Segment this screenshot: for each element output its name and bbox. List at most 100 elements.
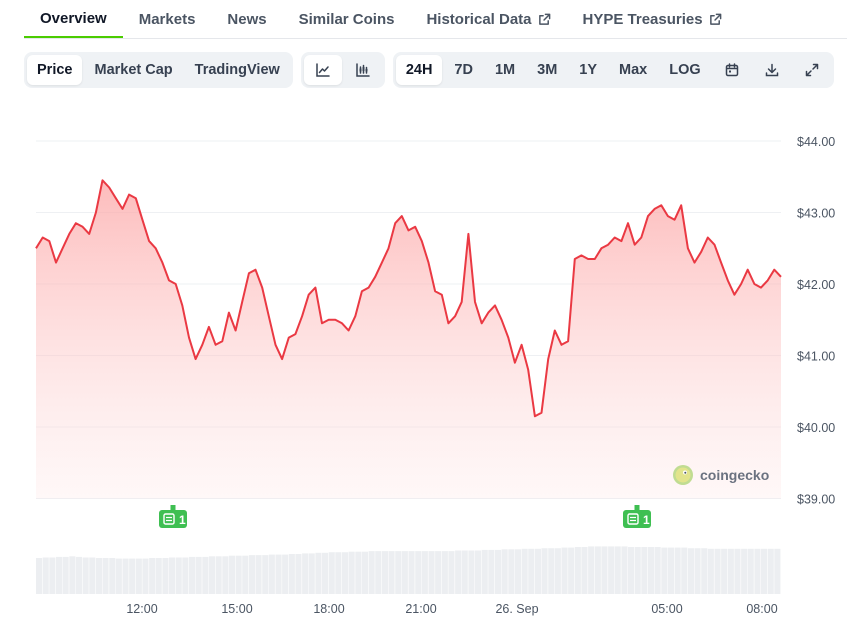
volume-bar: [189, 556, 196, 594]
volume-bar: [95, 558, 102, 594]
x-tick-label: 12:00: [126, 602, 157, 616]
volume-bar: [568, 547, 575, 594]
candlestick-chart-icon: [356, 63, 370, 77]
volume-bar: [508, 549, 515, 594]
volume-bar: [69, 556, 76, 594]
volume-bar: [222, 556, 229, 594]
tab-label: Similar Coins: [298, 10, 395, 28]
x-tick-label: 26. Sep: [495, 602, 538, 616]
log-scale-button[interactable]: LOG: [659, 55, 710, 85]
volume-bar: [62, 556, 69, 594]
view-price-button[interactable]: Price: [27, 55, 83, 85]
external-link-icon: [538, 13, 550, 25]
volume-bar: [115, 558, 122, 594]
range-switcher: 24H 7D 1M 3M 1Y Max LOG: [392, 52, 834, 88]
line-chart-button[interactable]: [303, 55, 342, 85]
volume-bar: [102, 558, 109, 594]
download-button[interactable]: [753, 55, 791, 85]
range-3m-button[interactable]: 3M: [527, 55, 567, 85]
event-count-label: 1: [179, 513, 186, 527]
y-tick-label: $39.00: [797, 493, 835, 507]
volume-bar: [268, 554, 275, 594]
download-icon: [765, 63, 778, 77]
range-1m-button[interactable]: 1M: [485, 55, 525, 85]
volume-bar: [421, 551, 428, 594]
view-market-cap-button[interactable]: Market Cap: [84, 55, 182, 85]
x-tick-label: 18:00: [313, 602, 344, 616]
range-max-button[interactable]: Max: [609, 55, 657, 85]
volume-bar: [275, 554, 282, 594]
volume-bar: [694, 548, 701, 594]
volume-bar: [747, 548, 754, 594]
tab-hype-treasuries[interactable]: HYPE Treasuries: [567, 0, 738, 38]
volume-bar: [548, 548, 555, 594]
volume-bar: [135, 558, 142, 594]
volume-bar: [155, 558, 162, 594]
candlestick-chart-button[interactable]: [344, 55, 382, 85]
volume-bar: [521, 548, 528, 594]
y-tick-label: $42.00: [797, 278, 835, 292]
volume-bar: [315, 552, 322, 594]
volume-bar: [361, 551, 368, 594]
tab-similar-coins[interactable]: Similar Coins: [283, 0, 411, 38]
volume-bar: [195, 556, 202, 594]
volume-bar: [248, 555, 255, 594]
volume-bar: [149, 558, 156, 594]
volume-bar: [614, 546, 621, 594]
price-area: [36, 180, 781, 499]
volume-bar: [375, 551, 382, 594]
volume-bar: [109, 558, 116, 594]
x-tick-label: 15:00: [221, 602, 252, 616]
volume-bar: [721, 548, 728, 594]
volume-bar: [208, 556, 215, 594]
volume-bar: [328, 552, 335, 594]
volume-bar: [481, 549, 488, 594]
event-markers: 11: [159, 505, 651, 528]
volume-bar: [734, 548, 741, 594]
volume-bar: [554, 548, 561, 594]
tab-label: News: [227, 10, 267, 28]
range-1y-button[interactable]: 1Y: [569, 55, 607, 85]
volume-bar: [215, 556, 222, 594]
volume-bar: [142, 558, 149, 594]
x-axis: 12:00 15:00 18:00 21:00 26. Sep 05:00 08:00: [126, 602, 777, 616]
watermark-label: coingecko: [700, 467, 770, 483]
volume-bar: [401, 551, 408, 594]
event-pin: [634, 505, 640, 510]
volume-bar: [348, 551, 355, 594]
volume-bar: [701, 548, 708, 594]
volume-bar: [242, 555, 249, 594]
volume-bar: [308, 553, 315, 594]
volume-bar: [322, 552, 329, 594]
x-tick-label: 05:00: [651, 602, 682, 616]
volume-bar: [342, 552, 349, 594]
tab-historical-data[interactable]: Historical Data: [410, 0, 566, 38]
volume-bar: [601, 546, 608, 594]
volume-bar: [674, 547, 681, 594]
volume-bar: [461, 550, 468, 594]
view-switcher: Price Market Cap TradingView: [24, 52, 293, 88]
volume-bar: [741, 548, 748, 594]
volume-bar: [162, 558, 169, 594]
volume-bar: [628, 547, 635, 594]
tab-overview[interactable]: Overview: [24, 0, 123, 38]
event-count-label: 1: [643, 513, 650, 527]
volume-bar: [475, 550, 482, 594]
volume-bar: [295, 554, 302, 594]
range-7d-button[interactable]: 7D: [444, 55, 483, 85]
view-tradingview-button[interactable]: TradingView: [185, 55, 290, 85]
tab-news[interactable]: News: [211, 0, 282, 38]
volume-bar: [714, 548, 721, 594]
volume-bar: [122, 558, 129, 594]
tab-markets[interactable]: Markets: [123, 0, 212, 38]
fullscreen-button[interactable]: [793, 55, 831, 85]
calendar-button[interactable]: [713, 55, 751, 85]
volume-bar: [255, 555, 262, 594]
price-chart[interactable]: $44.00 $43.00 $42.00 $41.00 $40.00 $39.00 12:…: [0, 96, 847, 624]
volume-bar: [288, 554, 295, 594]
volume-bar: [514, 549, 521, 594]
volume-bar: [49, 557, 56, 594]
volume-bar: [588, 546, 595, 594]
x-tick-label: 08:00: [746, 602, 777, 616]
range-24h-button[interactable]: 24H: [395, 55, 443, 85]
